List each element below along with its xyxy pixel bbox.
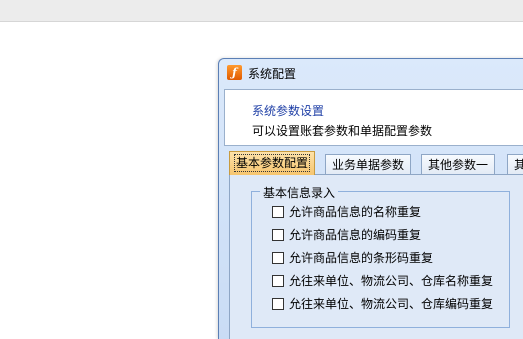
checkbox[interactable] [272, 229, 284, 241]
header-panel: 系统参数设置 可以设置账套参数和单据配置参数 [224, 89, 523, 146]
tab-label: 业务单据参数 [332, 158, 405, 172]
checkbox[interactable] [272, 252, 284, 264]
tab-other-params-1[interactable]: 其他参数一 [421, 154, 496, 175]
header-description: 可以设置账套参数和单据配置参数 [252, 124, 433, 138]
background-top-bar [0, 0, 523, 22]
tab-other-params-2[interactable]: 其 [507, 154, 523, 175]
app-logo-icon: ƒ [227, 65, 242, 80]
option-label: 允许商品信息的条形码重复 [289, 251, 434, 265]
window-title: 系统配置 [248, 67, 297, 81]
basic-info-group: 基本信息录入 允许商品信息的名称重复 允许商品信息的编码重复 允许商品信息的条形… [251, 184, 510, 328]
option-label: 允往来单位、物流公司、仓库名称重复 [289, 274, 494, 288]
title-bar[interactable]: ƒ 系统配置 [219, 59, 523, 85]
checkbox[interactable] [272, 298, 284, 310]
option-label: 允许商品信息的名称重复 [289, 205, 422, 219]
option-allow-dup-barcode[interactable]: 允许商品信息的条形码重复 [272, 250, 433, 266]
tab-label: 基本参数配置 [233, 154, 311, 172]
tab-business-doc-params[interactable]: 业务单据参数 [325, 154, 412, 175]
system-config-window: ƒ 系统配置 系统参数设置 可以设置账套参数和单据配置参数 基本参数配置 业务单… [218, 58, 523, 339]
option-label: 允许商品信息的编码重复 [289, 228, 422, 242]
group-title: 基本信息录入 [260, 184, 339, 201]
tab-strip: 基本参数配置 业务单据参数 其他参数一 其 [229, 151, 523, 175]
tab-label: 其他参数一 [428, 158, 489, 172]
tab-content: 基本信息录入 允许商品信息的名称重复 允许商品信息的编码重复 允许商品信息的条形… [229, 174, 523, 339]
tab-basic-params[interactable]: 基本参数配置 [229, 151, 316, 175]
header-title: 系统参数设置 [252, 104, 325, 118]
checkbox[interactable] [272, 275, 284, 287]
tab-label: 其 [514, 158, 523, 172]
option-allow-dup-name[interactable]: 允许商品信息的名称重复 [272, 204, 421, 220]
checkbox[interactable] [272, 206, 284, 218]
option-allow-dup-unit-name[interactable]: 允往来单位、物流公司、仓库名称重复 [272, 273, 493, 289]
option-allow-dup-unit-code[interactable]: 允往来单位、物流公司、仓库编码重复 [272, 296, 493, 312]
option-label: 允往来单位、物流公司、仓库编码重复 [289, 297, 494, 311]
option-allow-dup-code[interactable]: 允许商品信息的编码重复 [272, 227, 421, 243]
